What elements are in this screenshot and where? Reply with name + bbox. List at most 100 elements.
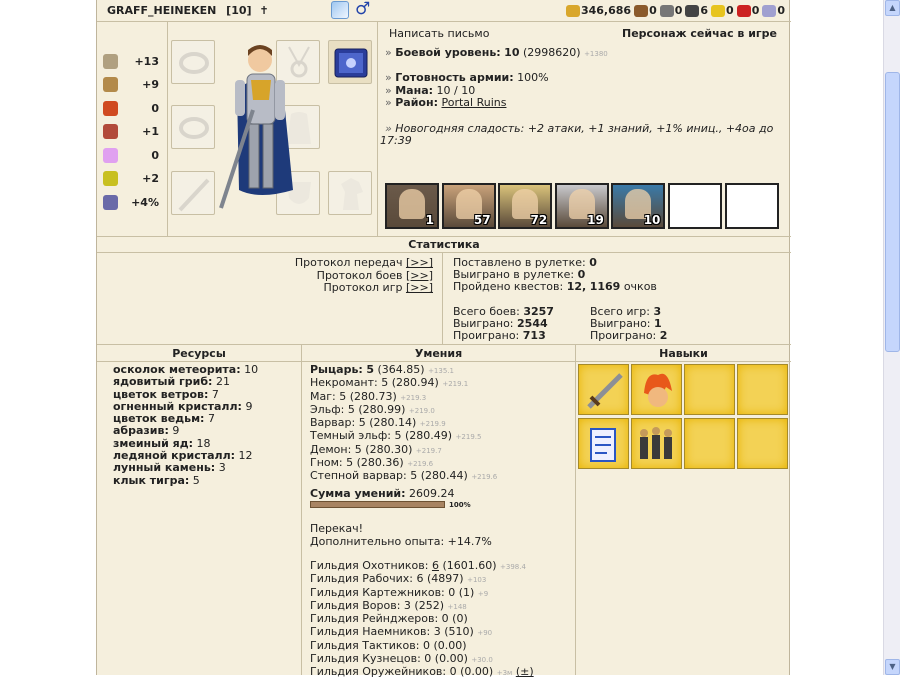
guild-name: Гильдия Рабочих: — [310, 572, 413, 586]
resource-value: 0 — [726, 4, 734, 17]
weapon-slot[interactable] — [171, 171, 215, 215]
stat-row-2: 0 — [103, 99, 159, 117]
player-name-text[interactable]: GRAFF_HEINEKEN — [107, 4, 216, 17]
faction-level: 5 — [366, 363, 374, 376]
talent-fire-head[interactable] — [631, 364, 682, 415]
resource-value: 0 — [777, 4, 785, 17]
stat-value: 0 — [151, 148, 159, 162]
guild-level: 0 — [422, 638, 430, 652]
talent-empty-2[interactable] — [737, 364, 788, 415]
army-slot-5[interactable]: 10 — [611, 183, 666, 229]
skills-progress-bar — [310, 501, 445, 508]
talent-sword[interactable] — [578, 364, 629, 415]
faction-points-remaining: +219.9 — [419, 420, 446, 429]
guild-level[interactable]: 6 — [432, 559, 439, 572]
protocol-link[interactable]: [>>] — [406, 269, 433, 282]
guild-row: Гильдия Охотников: 6 (1601.60) +398.4 — [310, 559, 534, 573]
resource-count: 7 — [207, 412, 215, 426]
faction-level: 5 — [346, 456, 354, 470]
combat-level-line: » Боевой уровень: 10 (2998620) +1380 — [385, 46, 608, 59]
resource-name: огненный кристалл: — [113, 399, 242, 413]
combat-exp-small: +1380 — [584, 50, 608, 58]
gems-icon — [762, 4, 777, 17]
faction-name: Эльф: — [310, 402, 345, 416]
guild-points-remaining: +90 — [477, 629, 493, 638]
army-slot-7[interactable] — [724, 183, 779, 229]
mercury-icon — [685, 4, 700, 17]
scrollbar-thumb[interactable] — [885, 72, 900, 352]
resource-value: 346,686 — [580, 4, 632, 17]
initiative-icon — [103, 194, 118, 210]
resource-name: змеиный яд: — [113, 436, 193, 450]
games-lost: Проиграно: 2 — [590, 329, 668, 342]
columns-top-divider — [97, 344, 791, 345]
army-slot-1[interactable]: 1 — [385, 183, 439, 229]
effect-text: Новогодняя сладость: +2 атаки, +1 знаний… — [395, 122, 774, 135]
army-slot-4[interactable]: 19 — [554, 183, 609, 229]
resource-row: клык тигра: 5 — [113, 474, 258, 487]
faction-name: Некромант: — [310, 376, 378, 390]
hero-portrait — [217, 40, 301, 218]
army-slot-2[interactable]: 57 — [441, 183, 496, 229]
stats-top-divider — [97, 236, 791, 237]
army-slot-6[interactable] — [668, 183, 722, 229]
luck-rainbow-icon — [103, 147, 118, 163]
guild-name: Гильдия Воров: — [310, 598, 401, 612]
guild-points: (0) — [452, 612, 468, 626]
protocol-link[interactable]: [>>] — [406, 256, 433, 269]
guild-points-remaining: +3м — [496, 669, 513, 678]
protocol-label: Протокол передач — [294, 256, 403, 269]
guild-row: Гильдия Картежников: 0 (1) +9 — [310, 586, 534, 600]
resource-crystal: 0 — [736, 4, 760, 17]
district-link[interactable]: Portal Ruins — [441, 96, 506, 109]
faction-name: Степной варвар: — [310, 469, 407, 483]
header-resources: 346,686 0 0 6 0 0 0 — [565, 4, 785, 17]
scroll-up-icon[interactable]: ▲ — [885, 0, 900, 16]
talent-empty-1[interactable] — [684, 364, 735, 415]
faction-points: (280.44) — [420, 469, 468, 483]
page-scrollbar[interactable]: ▲ ▼ — [883, 0, 900, 675]
overcap-text: Перекач! — [310, 522, 364, 535]
scroll-map-icon[interactable] — [331, 1, 349, 19]
faction-level: 5 — [339, 389, 347, 403]
talent-empty-4[interactable] — [737, 418, 788, 469]
talent-troops[interactable] — [631, 418, 682, 469]
resource-value: 0 — [751, 4, 760, 17]
talent-scroll[interactable] — [578, 418, 629, 469]
resource-name: ядовитый гриб: — [113, 375, 213, 389]
guild-row: Гильдия Тактиков: 0 (0.00) — [310, 638, 534, 653]
resource-count: 9 — [245, 399, 253, 413]
ring-slot-2[interactable] — [171, 105, 215, 149]
book-slot[interactable] — [328, 40, 372, 84]
army-count: 57 — [473, 213, 491, 227]
faction-points-remaining: +219.0 — [408, 406, 435, 415]
guild-points: (0.00) — [434, 652, 468, 666]
ring-slot-1[interactable] — [171, 40, 215, 84]
horse-slot[interactable] — [328, 171, 372, 215]
talent-empty-3[interactable] — [684, 418, 735, 469]
creature-portrait-icon — [399, 189, 425, 219]
write-letter-link[interactable]: Написать письмо — [389, 27, 489, 40]
protocol-label: Протокол боев — [316, 268, 403, 282]
protocol-label: Протокол игр — [323, 281, 403, 294]
guild-list: Гильдия Охотников: 6 (1601.60) +398.4 Гил… — [310, 559, 534, 680]
stat-row-0: +13 — [103, 52, 159, 70]
guild-level: 0 — [449, 665, 457, 679]
scroll-down-icon[interactable]: ▼ — [885, 659, 900, 675]
faction-level: 5 — [358, 416, 366, 430]
guild-level: 0 — [441, 612, 449, 626]
guild-points: (4897) — [427, 572, 464, 586]
army-slot-3[interactable]: 72 — [498, 183, 553, 229]
resource-sulfur: 0 — [711, 4, 734, 17]
protocol-link[interactable]: [>>] — [406, 281, 433, 294]
stat-value: +4% — [131, 195, 159, 209]
knowledge-book-icon — [103, 124, 118, 139]
faction-skill-row: Некромант: 5 (280.94) +219.1 — [310, 377, 497, 390]
guild-expand-link[interactable]: (±) — [516, 665, 534, 678]
stats-head-divider — [97, 252, 791, 253]
spellbook-icon — [334, 48, 368, 78]
stat-row-6: +4% — [103, 193, 159, 211]
guild-name: Гильдия Охотников: — [310, 559, 429, 572]
player-name[interactable]: GRAFF_HEINEKEN [10] ✝ — [107, 4, 269, 17]
guild-name: Гильдия Кузнецов: — [310, 652, 421, 666]
